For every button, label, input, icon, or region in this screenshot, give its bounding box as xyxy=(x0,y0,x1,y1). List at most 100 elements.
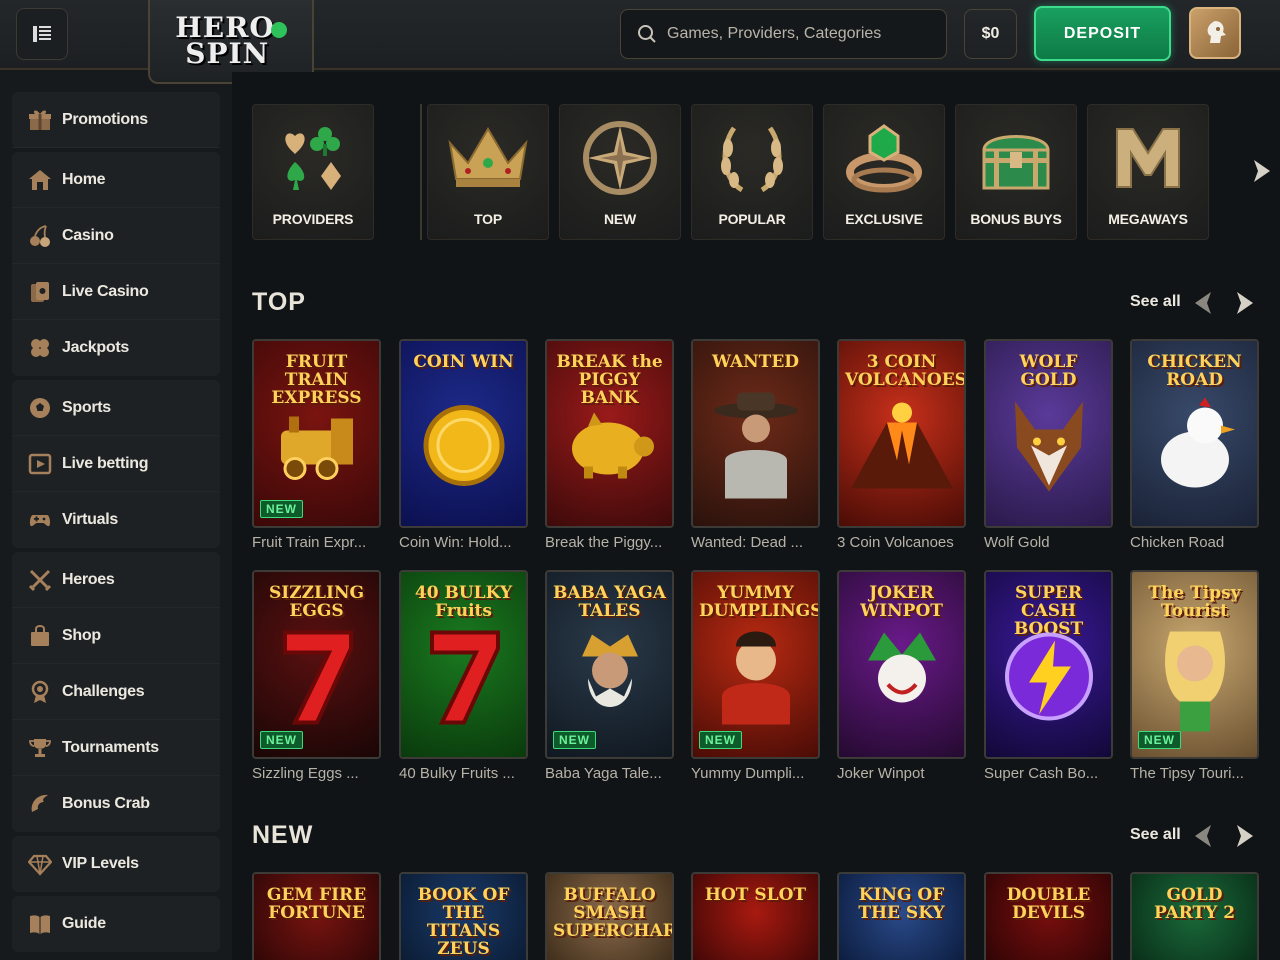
sidebar-item-tournaments[interactable]: Tournaments xyxy=(12,720,220,776)
gamepad-icon xyxy=(28,508,52,532)
sidebar-item-sports[interactable]: Sports xyxy=(12,380,220,436)
book-icon xyxy=(28,912,52,936)
clover-icon xyxy=(28,336,52,360)
top-prev-arrow[interactable] xyxy=(1192,291,1216,315)
game-tile[interactable]: CHICKEN ROAD xyxy=(1130,339,1259,528)
game-tile[interactable]: BUFFALO SMASH SUPERCHARGED xyxy=(545,872,674,960)
game-art-title: CHICKEN ROAD xyxy=(1147,352,1242,390)
game-name[interactable]: 3 Coin Volcanoes xyxy=(837,534,969,551)
game-tile[interactable]: YUMMY DUMPLINGS NEW xyxy=(691,570,820,759)
category-popular[interactable]: POPULAR xyxy=(691,104,813,240)
sidebar-item-label: Tournaments xyxy=(62,738,159,756)
category-label: TOP xyxy=(474,211,502,227)
sidebar-item-heroes[interactable]: Heroes xyxy=(12,552,220,608)
menu-toggle-button[interactable] xyxy=(16,8,68,60)
section-title-new: NEW xyxy=(252,821,314,849)
new-next-arrow[interactable] xyxy=(1232,824,1256,848)
game-tile[interactable]: WOLF GOLD xyxy=(984,339,1113,528)
search-box[interactable] xyxy=(620,9,947,59)
game-name[interactable]: Yummy Dumpli... xyxy=(691,765,823,782)
sidebar-item-live-betting[interactable]: Live betting xyxy=(12,436,220,492)
game-tile[interactable]: GOLD PARTY 2 xyxy=(1130,872,1259,960)
volcano-icon xyxy=(847,401,957,496)
category-megaways[interactable]: MEGAWAYS xyxy=(1087,104,1209,240)
chicken-icon xyxy=(1147,396,1243,501)
main-content: PROVIDERS TOP NEW POPULAR EXCLUSIVE BONU… xyxy=(232,72,1280,960)
sidebar-item-shop[interactable]: Shop xyxy=(12,608,220,664)
game-tile[interactable]: BOOK OF THE TITANS ZEUS xyxy=(399,872,528,960)
new-prev-arrow[interactable] xyxy=(1192,824,1216,848)
chevron-right-icon xyxy=(1254,160,1270,182)
category-bonus-buys[interactable]: BONUS BUYS xyxy=(955,104,1077,240)
game-tile[interactable]: BABA YAGA TALES NEW xyxy=(545,570,674,759)
sidebar-item-promotions[interactable]: Promotions xyxy=(12,92,220,148)
game-name[interactable]: 40 Bulky Fruits ... xyxy=(399,765,531,782)
sidebar-item-home[interactable]: Home xyxy=(12,152,220,208)
sidebar-item-live-casino[interactable]: Live Casino xyxy=(12,264,220,320)
sidebar-item-label: Heroes xyxy=(62,570,115,588)
game-art-title: GOLD PARTY 2 xyxy=(1153,885,1236,923)
game-tile[interactable]: WANTED xyxy=(691,339,820,528)
medal-icon xyxy=(28,680,52,704)
sidebar-item-vip-levels[interactable]: VIP Levels xyxy=(12,836,220,892)
category-label: BONUS BUYS xyxy=(970,211,1062,227)
emerald-ring-icon xyxy=(824,115,944,201)
locomotive-icon xyxy=(271,411,363,486)
sidebar-item-guide[interactable]: Guide xyxy=(12,896,220,952)
game-tile[interactable]: DOUBLE DEVILS xyxy=(984,872,1113,960)
sidebar: Promotions Home Casino Live Casino Jackp… xyxy=(12,92,220,956)
game-name[interactable]: Fruit Train Expr... xyxy=(252,534,384,551)
game-tile[interactable]: The Tipsy Tourist NEW xyxy=(1130,570,1259,759)
game-name[interactable]: Break the Piggy... xyxy=(545,534,677,551)
old-king-icon xyxy=(562,627,658,732)
deposit-button[interactable]: DEPOSIT xyxy=(1034,6,1171,61)
lucky-seven-icon xyxy=(277,627,357,732)
game-name[interactable]: Wolf Gold xyxy=(984,534,1116,551)
game-tile[interactable]: COIN WIN xyxy=(399,339,528,528)
see-all-new-link[interactable]: See all xyxy=(1130,826,1181,844)
sidebar-item-label: Jackpots xyxy=(62,339,129,356)
game-name[interactable]: Joker Winpot xyxy=(837,765,969,782)
game-tile[interactable]: SUPER CASH BOOST xyxy=(984,570,1113,759)
compass-star-icon xyxy=(560,115,680,201)
game-tile[interactable]: GEM FIRE FORTUNE xyxy=(252,872,381,960)
game-name[interactable]: Chicken Road xyxy=(1130,534,1262,551)
sidebar-item-virtuals[interactable]: Virtuals xyxy=(12,492,220,548)
category-next-arrow[interactable] xyxy=(1248,156,1274,186)
game-art-title: JOKER WINPOT xyxy=(860,583,943,621)
category-new[interactable]: NEW xyxy=(559,104,681,240)
game-art-title: BUFFALO SMASH SUPERCHARGED xyxy=(553,885,674,941)
category-label: EXCLUSIVE xyxy=(845,211,923,227)
game-tile[interactable]: JOKER WINPOT xyxy=(837,570,966,759)
game-name[interactable]: The Tipsy Touri... xyxy=(1130,765,1262,782)
sidebar-item-casino[interactable]: Casino xyxy=(12,208,220,264)
search-input[interactable] xyxy=(667,25,937,43)
game-tile[interactable]: SIZZLING EGGS NEW xyxy=(252,570,381,759)
game-art-title: 3 COIN VOLCANOES xyxy=(845,352,966,390)
game-name[interactable]: Baba Yaga Tale... xyxy=(545,765,677,782)
sidebar-item-bonus-crab[interactable]: Bonus Crab xyxy=(12,776,220,832)
see-all-top-link[interactable]: See all xyxy=(1130,293,1181,311)
avatar[interactable] xyxy=(1189,7,1241,59)
game-tile[interactable]: BREAK the PIGGY BANK xyxy=(545,339,674,528)
game-tile[interactable]: FRUIT TRAIN EXPRESS NEW xyxy=(252,339,381,528)
game-tile[interactable]: KING OF THE SKY xyxy=(837,872,966,960)
category-exclusive[interactable]: EXCLUSIVE xyxy=(823,104,945,240)
category-label: PROVIDERS xyxy=(272,211,354,227)
game-art-title: HOT SLOT xyxy=(704,885,807,905)
sidebar-group-sports: Sports Live betting Virtuals xyxy=(12,380,220,548)
top-next-arrow[interactable] xyxy=(1232,291,1256,315)
sidebar-item-jackpots[interactable]: Jackpots xyxy=(12,320,220,376)
category-top[interactable]: TOP xyxy=(427,104,549,240)
game-name[interactable]: Wanted: Dead ... xyxy=(691,534,823,551)
game-name[interactable]: Coin Win: Hold... xyxy=(399,534,531,551)
game-tile[interactable]: 3 COIN VOLCANOES xyxy=(837,339,966,528)
category-providers[interactable]: PROVIDERS xyxy=(252,104,374,240)
swords-icon xyxy=(28,568,52,592)
game-name[interactable]: Super Cash Bo... xyxy=(984,765,1116,782)
game-tile[interactable]: 40 BULKY Fruits xyxy=(399,570,528,759)
balance-display[interactable]: $0 xyxy=(964,9,1017,59)
game-name[interactable]: Sizzling Eggs ... xyxy=(252,765,384,782)
sidebar-item-challenges[interactable]: Challenges xyxy=(12,664,220,720)
game-tile[interactable]: HOT SLOT xyxy=(691,872,820,960)
